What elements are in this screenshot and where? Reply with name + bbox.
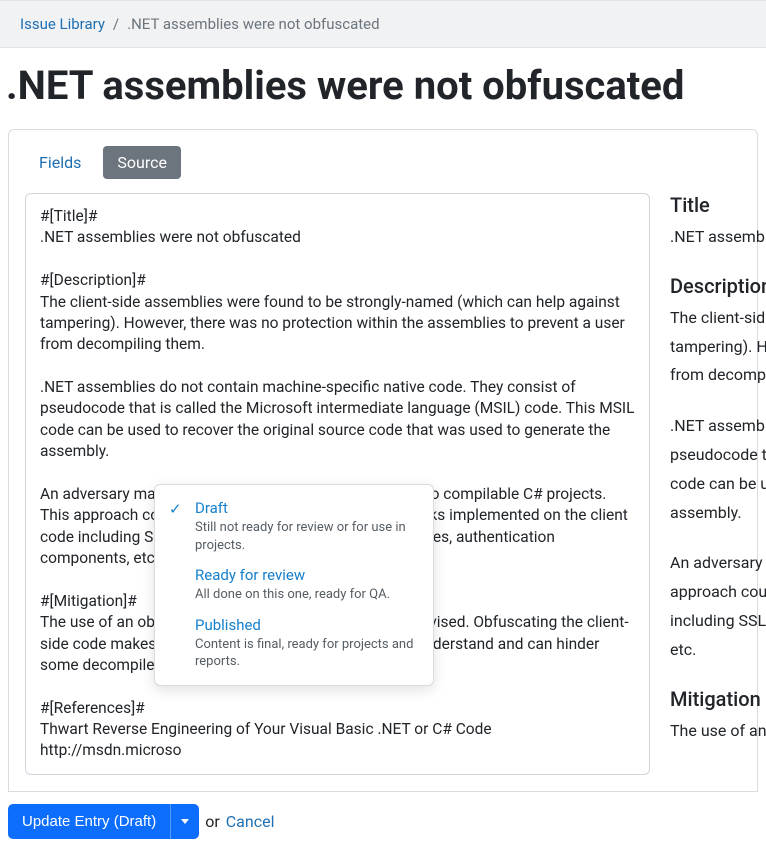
tab-fields[interactable]: Fields (25, 146, 95, 179)
preview-title-value: .NET assemb (670, 223, 766, 252)
preview-title-heading: Title (670, 193, 766, 217)
status-option-label: Published (195, 616, 417, 634)
breadcrumb-root-link[interactable]: Issue Library (20, 15, 105, 33)
status-dropdown-menu: ✓ Draft Still not ready for review or fo… (154, 484, 434, 686)
preview-line: code can be u (670, 474, 766, 493)
preview-line: including SSL (670, 611, 766, 630)
preview-line: from decompi (670, 365, 766, 384)
cancel-link[interactable]: Cancel (226, 812, 275, 831)
breadcrumb-bar: Issue Library / .NET assemblies were not… (0, 0, 766, 48)
check-icon: ✓ (169, 500, 182, 518)
status-option-desc: Content is final, ready for projects and… (195, 636, 417, 671)
preview-mitigation-p1: The use of an (670, 717, 766, 746)
preview-line: The use of an (670, 721, 766, 740)
status-option-label: Draft (195, 499, 417, 517)
preview-line: assembly. (670, 503, 742, 522)
preview-line: tampering). H (670, 337, 766, 356)
preview-mitigation-heading: Mitigation (670, 687, 766, 711)
status-option-ready[interactable]: Ready for review All done on this one, r… (155, 560, 433, 610)
preview-line: An adversary (670, 553, 763, 572)
preview-line: pseudocode t (670, 445, 766, 464)
breadcrumb: Issue Library / .NET assemblies were not… (20, 15, 746, 33)
chevron-down-icon (181, 819, 189, 824)
preview-description-heading: Description (670, 274, 766, 298)
preview-desc-p2: .NET assemb pseudocode t code can be u a… (670, 412, 766, 527)
update-button-group: Update Entry (Draft) (8, 804, 199, 839)
update-dropdown-toggle[interactable] (170, 804, 199, 839)
preview-desc-p3: An adversary approach cou including SSL … (670, 549, 766, 664)
preview-line: .NET assemb (670, 416, 765, 435)
breadcrumb-current: .NET assemblies were not obfuscated (127, 15, 379, 33)
breadcrumb-separator: / (113, 15, 119, 33)
preview-line: approach cou (670, 582, 766, 601)
status-option-draft[interactable]: ✓ Draft Still not ready for review or fo… (155, 493, 433, 560)
tabs: Fields Source (25, 146, 741, 179)
page-title: .NET assemblies were not obfuscated (0, 48, 766, 129)
preview-pane: Title .NET assemb Description The client… (670, 193, 766, 775)
status-option-published[interactable]: Published Content is final, ready for pr… (155, 610, 433, 677)
status-option-desc: All done on this one, ready for QA. (195, 586, 417, 604)
status-option-label: Ready for review (195, 566, 417, 584)
preview-desc-p1: The client-sid tampering). H from decomp… (670, 304, 766, 390)
preview-line: etc. (670, 640, 696, 659)
update-entry-button[interactable]: Update Entry (Draft) (8, 804, 170, 839)
editor-panel: Fields Source #[Title]# .NET assemblies … (8, 129, 758, 792)
footer-actions: Update Entry (Draft) or Cancel (0, 792, 766, 851)
status-option-desc: Still not ready for review or for use in… (195, 519, 417, 554)
preview-line: The client-sid (670, 308, 765, 327)
tab-source[interactable]: Source (103, 146, 181, 179)
or-text: or (205, 812, 220, 831)
